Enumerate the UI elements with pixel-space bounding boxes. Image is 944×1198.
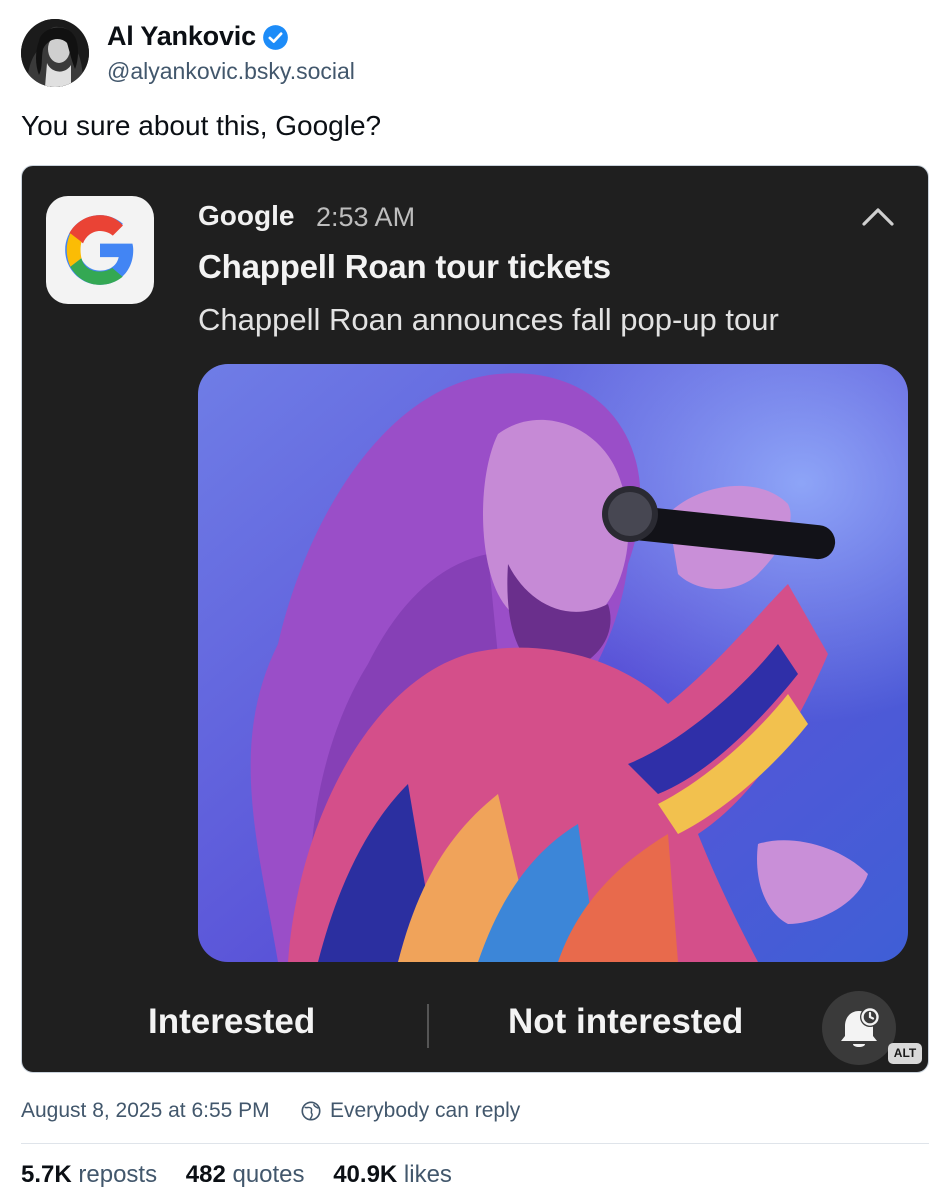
likes-stat[interactable]: 40.9K likes <box>333 1161 452 1189</box>
author-handle[interactable]: @alyankovic.bsky.social <box>107 58 355 85</box>
chevron-up-icon <box>862 208 894 226</box>
notification-time: 2:53 AM <box>316 202 416 232</box>
google-app-icon <box>46 196 154 304</box>
notification-body: Chappell Roan announces fall pop-up tour <box>198 302 779 337</box>
snooze-button[interactable] <box>822 991 896 1065</box>
post-stats: 5.7K reposts 482 quotes 40.9K likes <box>21 1161 474 1189</box>
notification-app-name: Google <box>198 200 295 231</box>
action-divider <box>427 1004 429 1048</box>
interested-button[interactable]: Interested <box>148 1002 315 1052</box>
divider <box>21 1143 929 1144</box>
globe-reply-icon <box>301 1101 321 1121</box>
quotes-label: quotes <box>232 1161 305 1188</box>
author-name[interactable]: Al Yankovic <box>107 21 256 52</box>
author-avatar[interactable] <box>21 19 89 87</box>
reply-setting: Everybody can reply <box>330 1099 521 1122</box>
bell-snooze-icon <box>841 1007 880 1047</box>
reposts-count: 5.7K <box>21 1161 72 1188</box>
reposts-stat[interactable]: 5.7K reposts <box>21 1161 157 1189</box>
post-text: You sure about this, Google? <box>21 110 382 141</box>
likes-label: likes <box>403 1161 452 1188</box>
post-timestamp: August 8, 2025 at 6:55 PM <box>21 1099 270 1122</box>
likes-count: 40.9K <box>333 1161 398 1188</box>
verified-check-icon <box>263 25 288 50</box>
quotes-count: 482 <box>185 1161 226 1188</box>
notification-photo <box>198 364 908 962</box>
alt-text-badge[interactable]: ALT <box>888 1043 922 1064</box>
quotes-stat[interactable]: 482 quotes <box>186 1161 305 1189</box>
notification-title: Chappell Roan tour tickets <box>198 248 611 285</box>
reposts-label: reposts <box>78 1161 158 1188</box>
embedded-image[interactable]: Google 2:53 AM Chappell Roan tour ticket… <box>21 165 929 1073</box>
not-interested-button[interactable]: Not interested <box>508 1002 743 1052</box>
